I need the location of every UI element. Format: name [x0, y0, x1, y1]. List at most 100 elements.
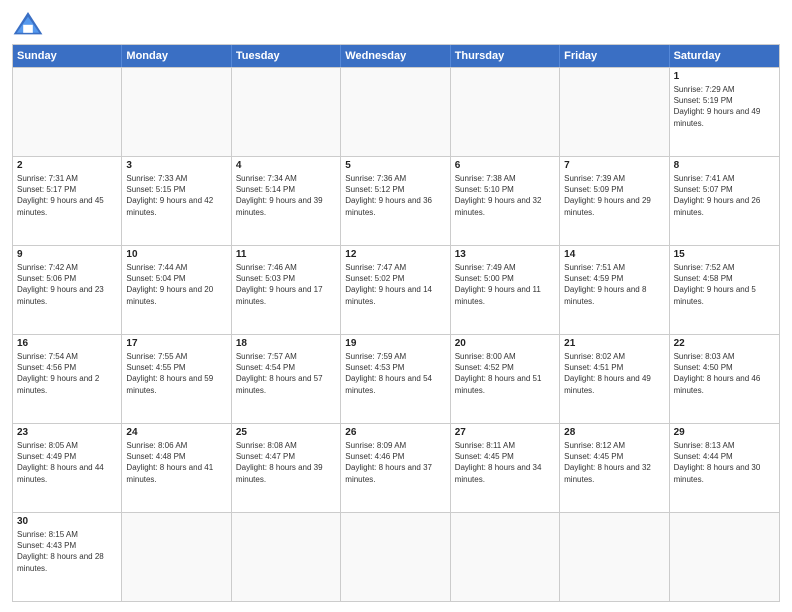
cell-date: 30 [17, 516, 117, 527]
cal-cell: 1 Sunrise: 7:29 AM Sunset: 5:19 PM Daylig… [670, 68, 779, 156]
cal-cell: 10Sunrise: 7:44 AM Sunset: 5:04 PM Dayli… [122, 246, 231, 334]
cell-info: Sunrise: 7:41 AM Sunset: 5:07 PM Dayligh… [674, 173, 775, 218]
cal-cell: 25Sunrise: 8:08 AM Sunset: 4:47 PM Dayli… [232, 424, 341, 512]
cal-cell: 28 Sunrise: 8:12 AM Sunset: 4:45 PM Dayli… [560, 424, 669, 512]
cell-date: 2 [17, 160, 117, 171]
cal-cell: 13 Sunrise: 7:49 AM Sunset: 5:00 PM Dayli… [451, 246, 560, 334]
cal-cell: 19 Sunrise: 7:59 AM Sunset: 4:53 PM Dayli… [341, 335, 450, 423]
cal-cell: 6 Sunrise: 7:38 AM Sunset: 5:10 PM Daylig… [451, 157, 560, 245]
cell-date: 19 [345, 338, 445, 349]
cell-date: 1 [674, 71, 775, 82]
cal-cell [560, 513, 669, 601]
cell-info: Sunrise: 8:13 AM Sunset: 4:44 PM Dayligh… [674, 440, 775, 485]
cal-cell: 23Sunrise: 8:05 AM Sunset: 4:49 PM Dayli… [13, 424, 122, 512]
cell-info: Sunrise: 7:55 AM Sunset: 4:55 PM Dayligh… [126, 351, 226, 396]
cal-cell: 29 Sunrise: 8:13 AM Sunset: 4:44 PM Dayli… [670, 424, 779, 512]
week-row-4: 23Sunrise: 8:05 AM Sunset: 4:49 PM Dayli… [13, 423, 779, 512]
cell-info: Sunrise: 7:31 AM Sunset: 5:17 PM Dayligh… [17, 173, 117, 218]
cal-cell [451, 68, 560, 156]
cal-cell [451, 513, 560, 601]
cell-info: Sunrise: 7:36 AM Sunset: 5:12 PM Dayligh… [345, 173, 445, 218]
cell-date: 14 [564, 249, 664, 260]
cell-date: 24 [126, 427, 226, 438]
cell-date: 21 [564, 338, 664, 349]
week-row-0: 1 Sunrise: 7:29 AM Sunset: 5:19 PM Daylig… [13, 67, 779, 156]
cell-date: 20 [455, 338, 555, 349]
cal-cell: 17 Sunrise: 7:55 AM Sunset: 4:55 PM Dayli… [122, 335, 231, 423]
cell-info: Sunrise: 7:57 AM Sunset: 4:54 PM Dayligh… [236, 351, 336, 396]
cell-info: Sunrise: 7:49 AM Sunset: 5:00 PM Dayligh… [455, 262, 555, 307]
cell-info: Sunrise: 7:59 AM Sunset: 4:53 PM Dayligh… [345, 351, 445, 396]
cal-cell: 5 Sunrise: 7:36 AM Sunset: 5:12 PM Daylig… [341, 157, 450, 245]
cal-cell [341, 513, 450, 601]
cell-date: 26 [345, 427, 445, 438]
cell-info: Sunrise: 8:00 AM Sunset: 4:52 PM Dayligh… [455, 351, 555, 396]
cell-date: 11 [236, 249, 336, 260]
cell-date: 7 [564, 160, 664, 171]
cal-cell: 26 Sunrise: 8:09 AM Sunset: 4:46 PM Dayli… [341, 424, 450, 512]
cell-date: 27 [455, 427, 555, 438]
cell-info: Sunrise: 8:11 AM Sunset: 4:45 PM Dayligh… [455, 440, 555, 485]
cal-cell [670, 513, 779, 601]
cell-info: Sunrise: 8:15 AM Sunset: 4:43 PM Dayligh… [17, 529, 117, 574]
cal-cell: 4 Sunrise: 7:34 AM Sunset: 5:14 PM Daylig… [232, 157, 341, 245]
cell-date: 18 [236, 338, 336, 349]
cell-info: Sunrise: 8:06 AM Sunset: 4:48 PM Dayligh… [126, 440, 226, 485]
calendar-body: 1 Sunrise: 7:29 AM Sunset: 5:19 PM Daylig… [13, 67, 779, 601]
cell-info: Sunrise: 7:52 AM Sunset: 4:58 PM Dayligh… [674, 262, 775, 307]
cal-cell: 30 Sunrise: 8:15 AM Sunset: 4:43 PM Dayli… [13, 513, 122, 601]
cell-info: Sunrise: 7:34 AM Sunset: 5:14 PM Dayligh… [236, 173, 336, 218]
header-day-tuesday: Tuesday [232, 45, 341, 67]
week-row-2: 9 Sunrise: 7:42 AM Sunset: 5:06 PM Daylig… [13, 245, 779, 334]
cell-date: 9 [17, 249, 117, 260]
header-day-sunday: Sunday [13, 45, 122, 67]
cell-info: Sunrise: 8:08 AM Sunset: 4:47 PM Dayligh… [236, 440, 336, 485]
cal-cell: 7 Sunrise: 7:39 AM Sunset: 5:09 PM Daylig… [560, 157, 669, 245]
cell-date: 13 [455, 249, 555, 260]
calendar: SundayMondayTuesdayWednesdayThursdayFrid… [12, 44, 780, 602]
cal-cell: 21Sunrise: 8:02 AM Sunset: 4:51 PM Dayli… [560, 335, 669, 423]
cell-info: Sunrise: 7:47 AM Sunset: 5:02 PM Dayligh… [345, 262, 445, 307]
cell-info: Sunrise: 8:03 AM Sunset: 4:50 PM Dayligh… [674, 351, 775, 396]
header-day-wednesday: Wednesday [341, 45, 450, 67]
cell-date: 10 [126, 249, 226, 260]
cal-cell: 18 Sunrise: 7:57 AM Sunset: 4:54 PM Dayli… [232, 335, 341, 423]
cal-cell: 12 Sunrise: 7:47 AM Sunset: 5:02 PM Dayli… [341, 246, 450, 334]
header-day-monday: Monday [122, 45, 231, 67]
cal-cell: 20 Sunrise: 8:00 AM Sunset: 4:52 PM Dayli… [451, 335, 560, 423]
cal-cell: 3Sunrise: 7:33 AM Sunset: 5:15 PM Daylig… [122, 157, 231, 245]
cal-cell: 2 Sunrise: 7:31 AM Sunset: 5:17 PM Daylig… [13, 157, 122, 245]
header [12, 10, 780, 38]
cell-info: Sunrise: 7:33 AM Sunset: 5:15 PM Dayligh… [126, 173, 226, 218]
cell-date: 6 [455, 160, 555, 171]
cell-info: Sunrise: 7:42 AM Sunset: 5:06 PM Dayligh… [17, 262, 117, 307]
cell-date: 5 [345, 160, 445, 171]
cell-info: Sunrise: 8:09 AM Sunset: 4:46 PM Dayligh… [345, 440, 445, 485]
cell-info: Sunrise: 8:12 AM Sunset: 4:45 PM Dayligh… [564, 440, 664, 485]
cal-cell [560, 68, 669, 156]
cell-date: 4 [236, 160, 336, 171]
cell-info: Sunrise: 7:39 AM Sunset: 5:09 PM Dayligh… [564, 173, 664, 218]
cell-info: Sunrise: 7:46 AM Sunset: 5:03 PM Dayligh… [236, 262, 336, 307]
cell-date: 28 [564, 427, 664, 438]
cell-date: 15 [674, 249, 775, 260]
cal-cell [122, 513, 231, 601]
logo [12, 10, 48, 38]
cell-date: 17 [126, 338, 226, 349]
cal-cell: 11 Sunrise: 7:46 AM Sunset: 5:03 PM Dayli… [232, 246, 341, 334]
cell-info: Sunrise: 7:29 AM Sunset: 5:19 PM Dayligh… [674, 84, 775, 129]
cal-cell: 22Sunrise: 8:03 AM Sunset: 4:50 PM Dayli… [670, 335, 779, 423]
calendar-header: SundayMondayTuesdayWednesdayThursdayFrid… [13, 45, 779, 67]
page: SundayMondayTuesdayWednesdayThursdayFrid… [0, 0, 792, 612]
cal-cell [232, 68, 341, 156]
cell-date: 12 [345, 249, 445, 260]
header-day-saturday: Saturday [670, 45, 779, 67]
cell-info: Sunrise: 7:38 AM Sunset: 5:10 PM Dayligh… [455, 173, 555, 218]
week-row-3: 16Sunrise: 7:54 AM Sunset: 4:56 PM Dayli… [13, 334, 779, 423]
cal-cell [341, 68, 450, 156]
header-day-thursday: Thursday [451, 45, 560, 67]
cal-cell: 27 Sunrise: 8:11 AM Sunset: 4:45 PM Dayli… [451, 424, 560, 512]
cell-date: 29 [674, 427, 775, 438]
cal-cell [122, 68, 231, 156]
cell-date: 23 [17, 427, 117, 438]
